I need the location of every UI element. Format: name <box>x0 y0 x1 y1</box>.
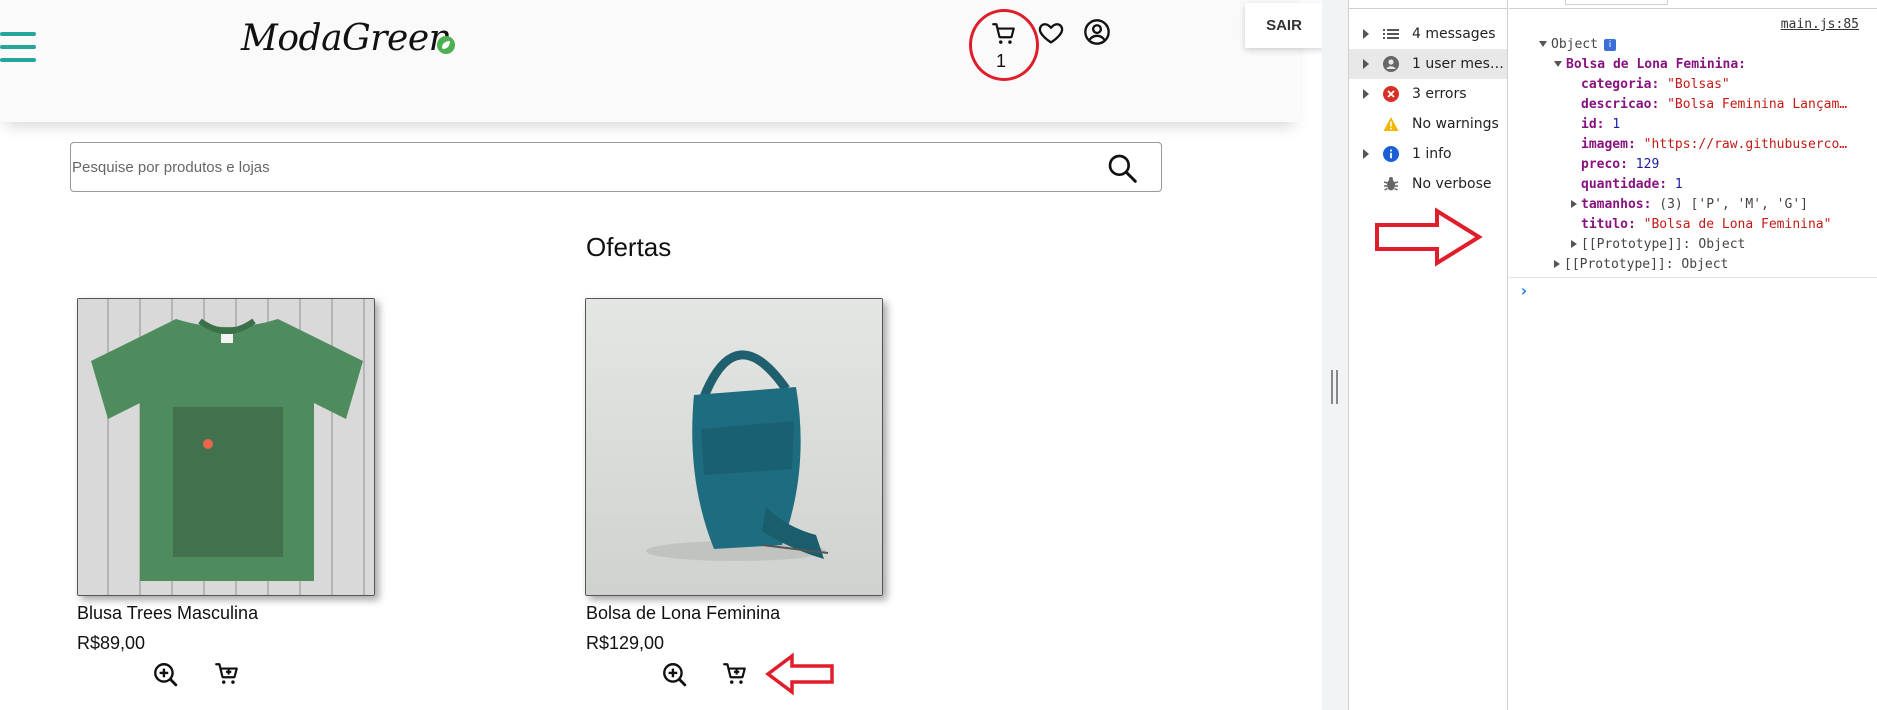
prototype-inner[interactable]: [[Prototype]]: Object <box>1571 237 1745 252</box>
sidebar-item-verbose[interactable]: No verbose <box>1349 169 1507 199</box>
sidebar-item-messages[interactable]: 4 messages <box>1349 19 1507 49</box>
search-bar <box>70 142 1162 192</box>
console-panel: main.js:85 Object i Bolsa de Lona Feminin… <box>1509 0 1877 710</box>
leaf-icon <box>437 36 455 54</box>
user-icon <box>1383 56 1399 72</box>
add-to-cart-icon <box>723 663 746 684</box>
search-input[interactable] <box>72 144 1072 190</box>
product-image-bag[interactable] <box>585 298 883 596</box>
object-field: quantidade: 1 <box>1581 177 1683 192</box>
header: ModaGreen 1 <box>0 0 1300 122</box>
object-field: categoria: "Bolsas" <box>1581 77 1730 92</box>
cart-icon <box>992 23 1015 44</box>
object-field[interactable]: imagem: "https://raw.githubuserco… <box>1581 137 1847 152</box>
object-key[interactable]: Bolsa de Lona Feminina: <box>1554 57 1746 72</box>
product-price: R$89,00 <box>77 633 146 653</box>
product-image-tshirt[interactable] <box>77 298 375 596</box>
panel-resizer[interactable] <box>1322 0 1349 710</box>
object-field: titulo: "Bolsa de Lona Feminina" <box>1581 217 1832 232</box>
annotation-arrow-left <box>765 652 834 696</box>
search-icon <box>1108 154 1137 183</box>
favorites-button[interactable] <box>1037 19 1065 52</box>
search-button[interactable] <box>1106 152 1138 189</box>
console-prompt[interactable]: › <box>1519 281 1529 300</box>
account-icon <box>1084 19 1110 45</box>
view-details-button[interactable] <box>152 661 178 692</box>
console-sidebar: 4 messages 1 user mess... 3 errors No wa… <box>1349 0 1508 710</box>
view-details-button[interactable] <box>661 661 687 692</box>
bug-icon <box>1383 177 1399 191</box>
add-to-cart-button[interactable] <box>214 661 240 692</box>
cart-button[interactable]: 1 <box>969 9 1039 81</box>
product-name[interactable]: Blusa Trees Masculina <box>77 603 258 624</box>
add-to-cart-button[interactable] <box>722 661 748 692</box>
warning-icon <box>1383 117 1399 131</box>
heart-icon <box>1038 23 1064 44</box>
object-field: descricao: "Bolsa Feminina Lançam… <box>1581 97 1848 112</box>
zoom-in-icon <box>154 663 178 687</box>
web-app: ModaGreen 1 SAIR Pesquise por produtos e… <box>0 0 1323 710</box>
info-badge: i <box>1603 39 1616 51</box>
error-icon <box>1383 86 1399 102</box>
cart-count: 1 <box>996 51 1007 71</box>
sidebar-item-errors[interactable]: 3 errors <box>1349 79 1507 109</box>
sidebar-item-info[interactable]: 1 info <box>1349 139 1507 169</box>
list-icon <box>1383 29 1399 39</box>
object-field: preco: 129 <box>1581 157 1660 172</box>
product-price: R$129,00 <box>586 633 665 653</box>
menu-icon[interactable] <box>0 32 36 62</box>
info-icon <box>1383 146 1399 162</box>
sidebar-item-warnings[interactable]: No warnings <box>1349 109 1507 139</box>
account-button[interactable] <box>1083 18 1111 51</box>
prototype-outer[interactable]: [[Prototype]]: Object <box>1554 257 1728 272</box>
sidebar-item-user-messages[interactable]: 1 user mess... <box>1349 49 1507 79</box>
object-field: id: 1 <box>1581 117 1621 132</box>
annotation-arrow-right <box>1375 207 1483 267</box>
product-name[interactable]: Bolsa de Lona Feminina <box>586 603 780 624</box>
object-field-expandable[interactable]: tamanhos: (3) ['P', 'M', 'G'] <box>1571 197 1808 212</box>
source-link[interactable]: main.js:85 <box>1781 17 1859 32</box>
logo[interactable]: ModaGreen <box>241 18 452 59</box>
logout-button[interactable]: SAIR <box>1245 3 1323 48</box>
add-to-cart-icon <box>215 663 238 684</box>
zoom-in-icon <box>663 663 687 687</box>
object-root[interactable]: Object i <box>1539 37 1616 52</box>
section-title: Ofertas <box>586 232 672 262</box>
